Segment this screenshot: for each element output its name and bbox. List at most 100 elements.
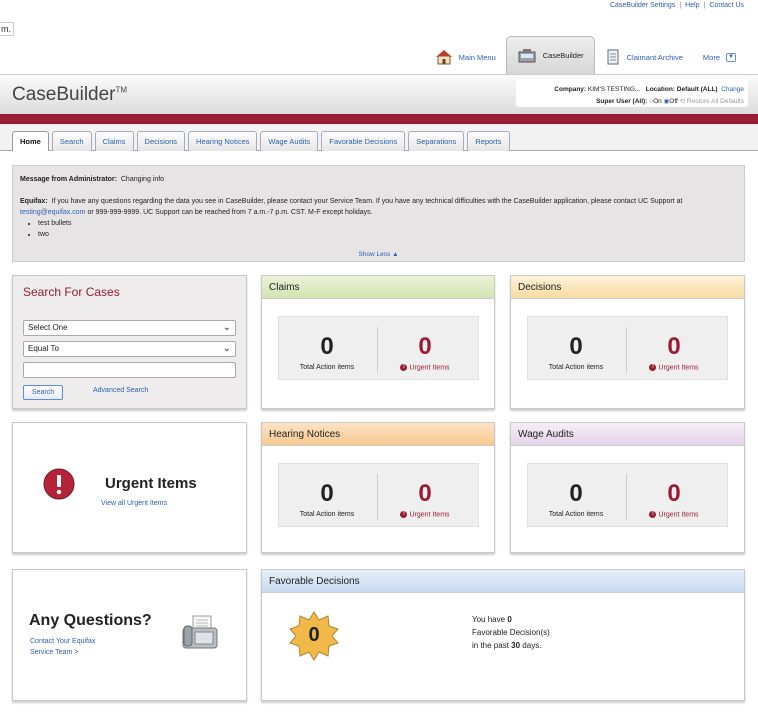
claims-card: Claims 0 Total Action items 0 ! Urgent It… (261, 275, 495, 409)
document-icon (607, 49, 619, 65)
message-bullets: test bullets two (38, 218, 737, 240)
message-body-2: or 999-999-9999. UC Support can be reach… (87, 209, 373, 216)
change-location-link[interactable]: Change (721, 86, 744, 93)
decisions-total-count[interactable]: 0 (528, 333, 624, 361)
contact-service-team-link[interactable]: Contact Your Equifax Service Team > (30, 636, 95, 658)
claims-urgent-count[interactable]: 0 (377, 333, 473, 361)
contact-us-link[interactable]: Contact Us (709, 2, 744, 9)
search-button[interactable]: Search (23, 385, 63, 400)
restore-defaults-link[interactable]: ⟲ Restore All Defaults (680, 98, 744, 105)
favorable-summary: You have 0 Favorable Decision(s) in the … (472, 615, 550, 650)
list-item: two (38, 229, 737, 240)
favorable-badge-count: 0 (308, 624, 320, 646)
casebuilder-settings-link[interactable]: CaseBuilder Settings (610, 2, 675, 9)
wage-total-count[interactable]: 0 (528, 480, 624, 508)
triangle-up-icon: ▲ (392, 251, 399, 258)
hearing-stats: 0 Total Action items 0 ! Urgent Items (278, 463, 479, 527)
claims-stats: 0 Total Action items 0 ! Urgent Items (278, 316, 479, 380)
tab-claims[interactable]: Claims (94, 131, 134, 151)
nav-claimant-archive[interactable]: Claimant Archive (595, 40, 693, 74)
urgent-items-panel: Urgent Items View all Urgent Items (12, 422, 247, 553)
decisions-card: Decisions 0 Total Action items 0 ! Urgent… (510, 275, 745, 409)
favorable-decisions-card: Favorable Decisions 0 You have 0 Favorab… (261, 569, 745, 701)
alert-icon: ! (400, 511, 408, 518)
alert-icon: ! (400, 364, 408, 371)
admin-message: Message from Administrator: Changing inf… (12, 165, 745, 262)
company-label: Company: (554, 86, 587, 93)
advanced-search-link[interactable]: Advanced Search (93, 387, 148, 394)
tab-bar: Home Search Claims Decisions Hearing Not… (0, 124, 758, 151)
message-title: Message from Administrator: (20, 176, 117, 183)
help-link[interactable]: Help (685, 2, 699, 9)
tab-wage-audits[interactable]: Wage Audits (260, 131, 319, 151)
show-less-link[interactable]: Show Less ▲ (13, 249, 744, 260)
hearing-notices-card: Hearing Notices 0 Total Action items 0 !… (261, 422, 495, 553)
tab-separations[interactable]: Separations (408, 131, 465, 151)
message-subject: Changing info (120, 176, 165, 183)
decisions-total-label: Total Action items (548, 364, 604, 371)
brand-bar (0, 114, 758, 124)
tab-search[interactable]: Search (51, 131, 92, 151)
operator-select[interactable]: Equal To ⌄ (23, 341, 236, 357)
decisions-card-title: Decisions (511, 276, 744, 299)
tab-home[interactable]: Home (12, 131, 49, 151)
view-all-urgent-link[interactable]: View all Urgent Items (101, 500, 167, 507)
wage-card-title: Wage Audits (511, 423, 744, 446)
house-icon (435, 50, 452, 65)
support-email-link[interactable]: testing@equifax.com (20, 209, 85, 216)
hearing-total-label: Total Action items (299, 511, 355, 518)
alert-icon: ! (649, 511, 657, 518)
menu-stub[interactable]: m. (0, 22, 14, 36)
field-select[interactable]: Select One ⌄ (23, 320, 236, 336)
tab-hearing-notices[interactable]: Hearing Notices (188, 131, 258, 151)
claims-total-label: Total Action items (299, 364, 355, 371)
nav-casebuilder[interactable]: CaseBuilder (505, 36, 595, 74)
app-nav: Main Menu CaseBuilder Claimant Archive M… (425, 36, 746, 74)
hearing-total-count[interactable]: 0 (279, 480, 375, 508)
fax-machine-icon (182, 615, 218, 649)
on-label: On (653, 98, 662, 105)
questions-panel: Any Questions? Contact Your Equifax Servi… (12, 569, 247, 701)
tab-decisions[interactable]: Decisions (136, 131, 186, 151)
chevron-down-icon: ▼ (726, 52, 736, 62)
nav-casebuilder-label: CaseBuilder (542, 51, 584, 60)
hearing-urgent-count[interactable]: 0 (377, 480, 473, 508)
questions-title: Any Questions? (29, 612, 152, 629)
claims-total-count[interactable]: 0 (279, 333, 375, 361)
super-user-label: Super User (All): (596, 98, 648, 105)
favorable-card-title: Favorable Decisions (262, 570, 744, 593)
search-panel: Search For Cases Select One ⌄ Equal To ⌄ S… (12, 275, 247, 409)
nav-main-menu-label: Main Menu (458, 52, 496, 62)
chevron-down-icon: ⌄ (222, 322, 231, 333)
list-item: test bullets (38, 218, 737, 229)
claims-card-title: Claims (262, 276, 494, 299)
app-header: CaseBuilderTM Company: KIM'S TESTING... … (0, 74, 758, 114)
favorable-days: 30 (511, 641, 521, 650)
alert-icon: ! (649, 364, 657, 371)
nav-more[interactable]: More ▼ (693, 40, 746, 74)
search-value-input[interactable] (23, 362, 236, 378)
message-body-1: If you have any questions regarding the … (51, 198, 683, 205)
tab-favorable-decisions[interactable]: Favorable Decisions (321, 131, 406, 151)
nav-more-label: More (702, 52, 720, 62)
wage-audits-card: Wage Audits 0 Total Action items 0 ! Urge… (510, 422, 745, 553)
location-value: Default (ALL) (676, 86, 718, 93)
chevron-down-icon: ⌄ (222, 343, 231, 354)
top-links: CaseBuilder Settings | Help | Contact Us (610, 2, 744, 9)
search-title: Search For Cases (23, 285, 120, 299)
exclamation-icon (43, 468, 75, 500)
message-company: Equifax: (20, 198, 48, 205)
link-separator: | (703, 2, 706, 9)
decisions-urgent-count[interactable]: 0 (626, 333, 722, 361)
off-label: Off (669, 98, 678, 105)
claims-urgent-label: ! Urgent Items (377, 364, 473, 371)
favorable-count: 0 (507, 615, 512, 624)
app-logo: CaseBuilderTM (12, 84, 128, 105)
tab-reports[interactable]: Reports (467, 131, 510, 151)
decisions-urgent-label: ! Urgent Items (626, 364, 722, 371)
wage-urgent-count[interactable]: 0 (626, 480, 722, 508)
wage-stats: 0 Total Action items 0 ! Urgent Items (527, 463, 728, 527)
wage-total-label: Total Action items (548, 511, 604, 518)
nav-main-menu[interactable]: Main Menu (425, 40, 506, 74)
decisions-stats: 0 Total Action items 0 ! Urgent Items (527, 316, 728, 380)
